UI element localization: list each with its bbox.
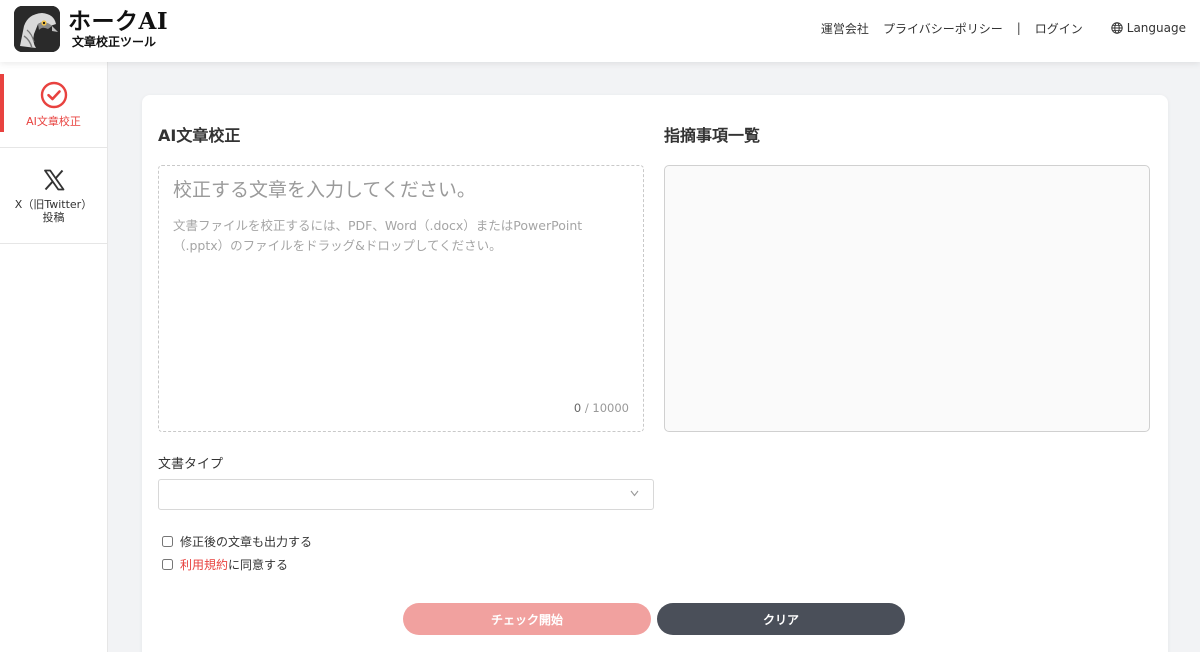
brand-title: ホークAI (68, 8, 169, 35)
brand-subtitle: 文章校正ツール (72, 35, 157, 49)
terms-link[interactable]: 利用規約 (180, 556, 228, 573)
output-corrected-option[interactable]: 修正後の文章も出力する (162, 533, 312, 550)
output-corrected-checkbox[interactable] (162, 536, 173, 547)
sidebar-item-x-post[interactable]: X（旧Twitter） 投稿 (0, 148, 107, 244)
sidebar-item-label: AI文章校正 (26, 115, 81, 128)
doc-type-label: 文書タイプ (158, 457, 224, 472)
main-card: AI文章校正 指摘事項一覧 校正する文章を入力してください。 文書ファイルを校正… (142, 95, 1168, 652)
nav-login-link[interactable]: ログイン (1035, 20, 1083, 37)
nav-privacy-link[interactable]: プライバシーポリシー (883, 20, 1003, 37)
results-panel (664, 165, 1150, 432)
chevron-down-icon (630, 490, 639, 497)
editor-title: AI文章校正 (158, 126, 241, 145)
sidebar-item-label: 投稿 (42, 210, 65, 224)
top-nav: 運営会社 プライバシーポリシー | ログイン Language (821, 0, 1186, 56)
check-circle-icon (40, 81, 67, 109)
nav-company-link[interactable]: 運営会社 (821, 20, 869, 37)
hawk-logo-icon (14, 6, 60, 52)
language-label: Language (1126, 21, 1186, 35)
globe-icon (1111, 22, 1123, 34)
terms-suffix-label: に同意する (228, 558, 289, 572)
nav-separator: | (1016, 21, 1021, 35)
editor-hint: 文書ファイルを校正するには、PDF、Word（.docx）またはPowerPoi… (173, 218, 583, 253)
text-input-area[interactable]: 校正する文章を入力してください。 文書ファイルを校正するには、PDF、Word（… (158, 165, 644, 432)
character-count: 0 (573, 401, 582, 415)
start-check-button[interactable]: チェック開始 (403, 603, 651, 635)
x-logo-icon (43, 169, 64, 190)
terms-agree-checkbox[interactable] (162, 559, 173, 570)
character-counter: 0 / 10000 (574, 401, 629, 415)
terms-agree-option[interactable]: 利用規約 に同意する (162, 556, 288, 573)
character-max: / 10000 (584, 401, 629, 415)
sidebar-item-ai-proofreading[interactable]: AI文章校正 (0, 62, 107, 148)
sidebar: AI文章校正 X（旧Twitter） 投稿 (0, 62, 108, 652)
language-selector[interactable]: Language (1111, 21, 1186, 35)
editor-placeholder: 校正する文章を入力してください。 (173, 179, 476, 201)
doc-type-select[interactable] (158, 479, 654, 510)
output-corrected-label: 修正後の文章も出力する (180, 535, 313, 549)
logo[interactable]: ホークAI 文章校正ツール (14, 6, 168, 52)
sidebar-item-label: X（旧Twitter） (14, 197, 93, 211)
header: ホークAI 文章校正ツール 運営会社 プライバシーポリシー | ログイン Lan… (0, 0, 1200, 62)
clear-button[interactable]: クリア (657, 603, 905, 635)
results-title: 指摘事項一覧 (664, 126, 761, 145)
